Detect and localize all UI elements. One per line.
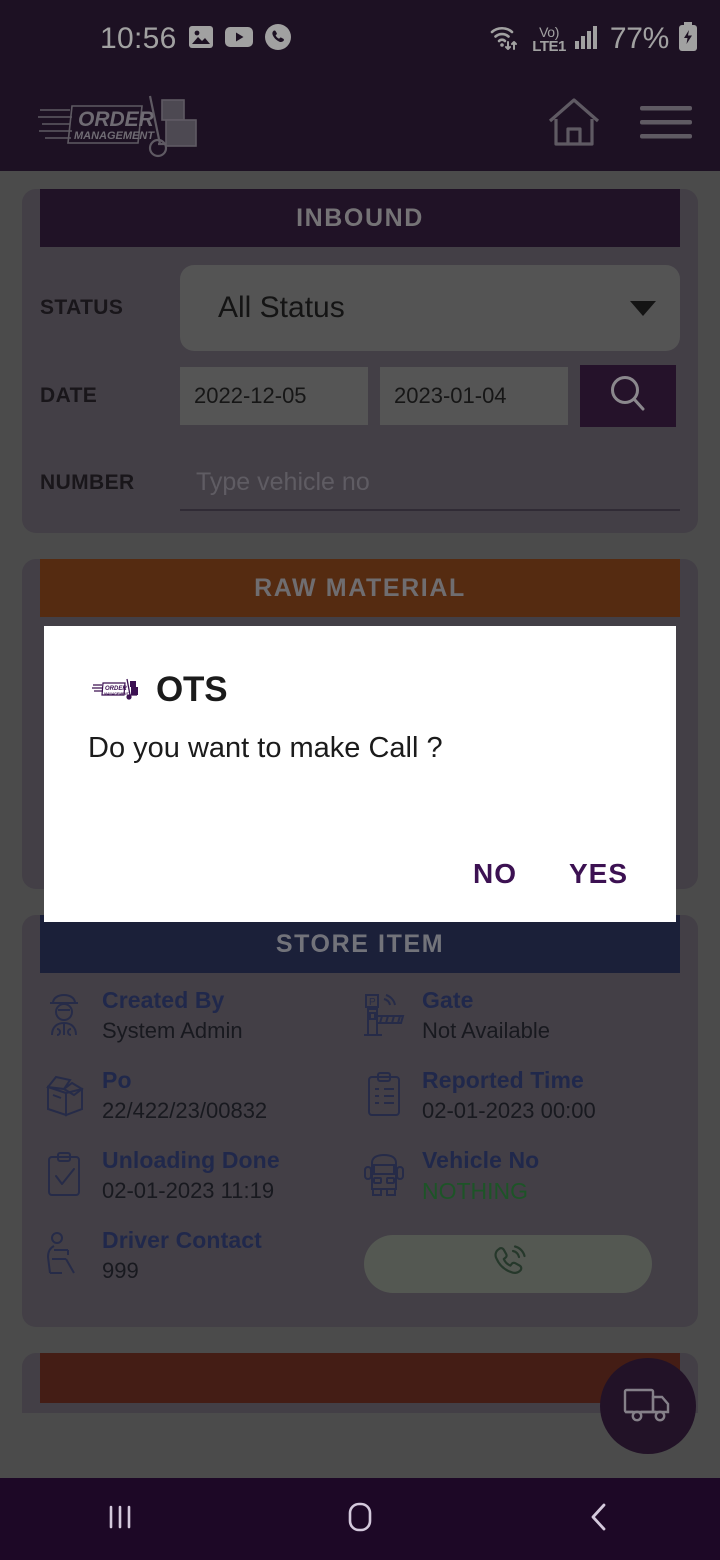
dialog-title: OTS: [156, 670, 228, 709]
dialog-no-button[interactable]: NO: [473, 858, 517, 890]
dialog-message: Do you want to make Call ?: [88, 732, 443, 764]
phone-screen: 10:56 Vo) LTE1 77% ORDER MANAGEMENT INBO…: [0, 0, 720, 1560]
dialog-title-bar: ORDER MANAGEMENT OTS: [44, 626, 676, 710]
home-button[interactable]: [305, 1478, 415, 1560]
dialog-yes-button[interactable]: YES: [569, 858, 628, 890]
dialog-actions: NO YES: [44, 858, 676, 922]
recents-icon: [103, 1500, 137, 1539]
recents-button[interactable]: [65, 1478, 175, 1560]
back-chevron-icon: [583, 1500, 617, 1539]
home-square-icon: [343, 1500, 377, 1539]
order-management-mini-logo-icon: ORDER MANAGEMENT: [92, 677, 138, 703]
svg-text:MANAGEMENT: MANAGEMENT: [104, 692, 130, 696]
call-confirmation-dialog: ORDER MANAGEMENT OTS Do you want to make…: [44, 626, 676, 922]
back-button[interactable]: [545, 1478, 655, 1560]
android-navigation-bar: [0, 1478, 720, 1560]
